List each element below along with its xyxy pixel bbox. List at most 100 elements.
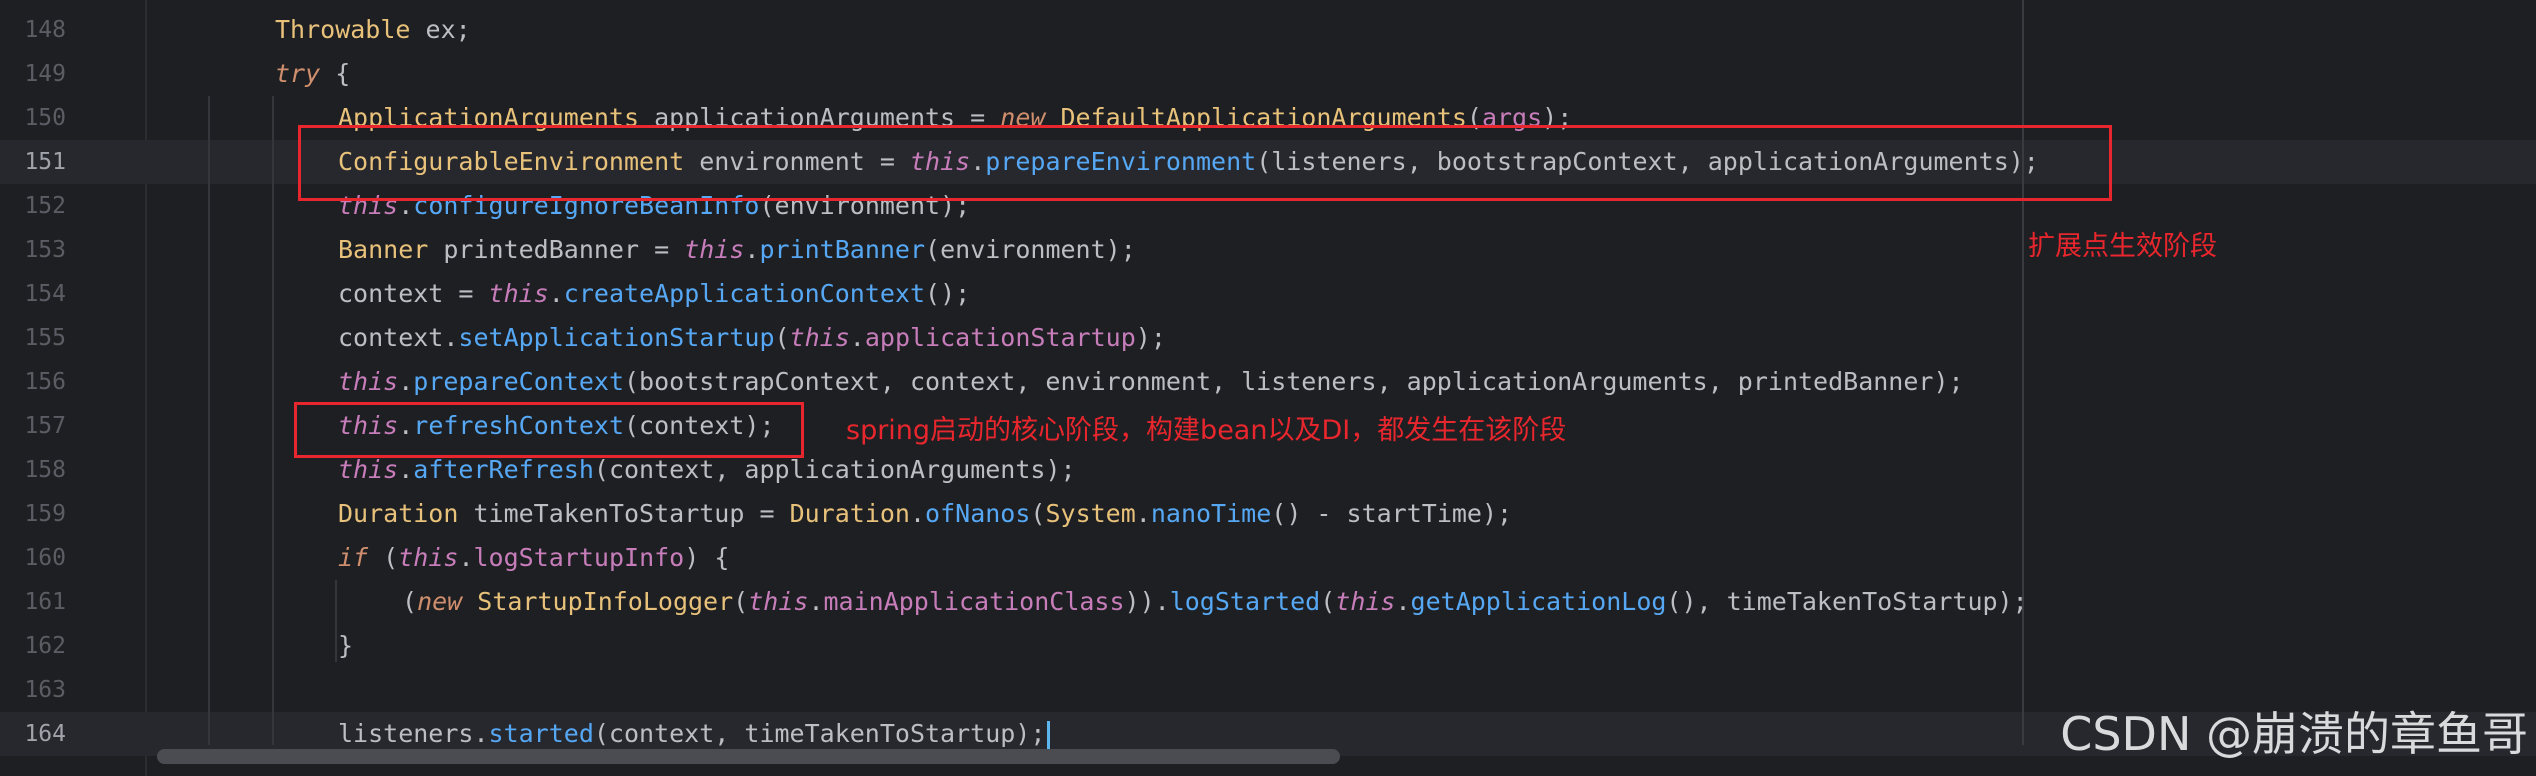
- code-token: this: [488, 279, 549, 308]
- code-line[interactable]: 162}: [0, 624, 2536, 668]
- code-token: this: [338, 455, 399, 484]
- code-token: Duration: [789, 499, 910, 528]
- code-token: getApplicationLog: [1410, 587, 1667, 616]
- code-token: started: [488, 719, 594, 748]
- code-token: ) {: [684, 543, 730, 572]
- indent-guide: [208, 96, 210, 745]
- code-token: printBanner: [759, 235, 926, 264]
- code-token: try: [275, 59, 321, 88]
- code-token: .: [458, 543, 474, 572]
- code-token: .: [808, 587, 824, 616]
- code-token: (: [1320, 587, 1336, 616]
- watermark: CSDN @崩溃的章鱼哥: [2060, 707, 2528, 761]
- code-token: (context, timeTakenToStartup);: [593, 719, 1046, 748]
- code-line[interactable]: 160 if (this.logStartupInfo) {: [0, 536, 2536, 580]
- code-token: ex;: [410, 15, 471, 44]
- code-token: .: [849, 323, 865, 352]
- code-token: Throwable: [275, 15, 411, 44]
- code-token: setApplicationStartup: [458, 323, 775, 352]
- code-token: ();: [925, 279, 971, 308]
- code-token: )).: [1124, 587, 1170, 616]
- code-token: () - startTime);: [1271, 499, 1513, 528]
- line-number[interactable]: 151: [0, 140, 66, 184]
- refresh-phase-note: spring启动的核心阶段，构建bean以及DI，都发生在该阶段: [846, 415, 1567, 446]
- right-margin-guide: [2022, 0, 2024, 745]
- code-token: StartupInfoLogger: [477, 587, 734, 616]
- line-number[interactable]: 162: [0, 624, 66, 668]
- code-token: (), timeTakenToStartup);: [1666, 587, 2028, 616]
- code-token: .: [398, 367, 414, 396]
- code-token: logStartupInfo: [473, 543, 685, 572]
- code-token: .: [548, 279, 564, 308]
- line-number[interactable]: 149: [0, 52, 66, 96]
- code-token: this: [748, 587, 809, 616]
- code-token: (: [733, 587, 749, 616]
- code-token: timeTakenToStartup =: [458, 499, 790, 528]
- extension-point-note: 扩展点生效阶段: [2028, 231, 2217, 262]
- code-token: afterRefresh: [413, 455, 594, 484]
- code-token: nanoTime: [1150, 499, 1272, 528]
- code-line[interactable]: 148 Throwable ex;: [0, 8, 2536, 52]
- code-token: (context, applicationArguments);: [593, 455, 1076, 484]
- code-line[interactable]: 159 Duration timeTakenToStartup = Duratio…: [0, 492, 2536, 536]
- code-token: (bootstrapContext, context, environment,…: [624, 367, 1964, 396]
- line-number[interactable]: 159: [0, 492, 66, 536]
- line-number[interactable]: 148: [0, 8, 66, 52]
- code-token: context =: [338, 279, 489, 308]
- code-token: this: [1335, 587, 1396, 616]
- code-line[interactable]: 161 (new StartupInfoLogger(this.mainAppli…: [0, 580, 2536, 624]
- code-token: printedBanner =: [428, 235, 685, 264]
- line-number[interactable]: 152: [0, 184, 66, 228]
- line-number[interactable]: 154: [0, 272, 66, 316]
- line-number[interactable]: 153: [0, 228, 66, 272]
- code-text[interactable]: this.prepareContext(bootstrapContext, co…: [338, 360, 1964, 404]
- code-token: .: [1135, 499, 1151, 528]
- code-token: createApplicationContext: [563, 279, 926, 308]
- line-number[interactable]: 161: [0, 580, 66, 624]
- code-text[interactable]: try {: [275, 52, 350, 96]
- code-text[interactable]: Throwable ex;: [275, 8, 471, 52]
- line-number[interactable]: 163: [0, 668, 66, 712]
- code-text[interactable]: context.setApplicationStartup(this.appli…: [338, 316, 1166, 360]
- code-text[interactable]: Banner printedBanner = this.printBanner(…: [338, 228, 1136, 272]
- code-editor[interactable]: 148 Throwable ex; 149 try {150 ApplicationAr…: [0, 0, 2536, 776]
- horizontal-scrollbar[interactable]: [157, 749, 1340, 764]
- code-token: {: [320, 59, 351, 88]
- code-token: .: [909, 499, 926, 528]
- line-number[interactable]: 156: [0, 360, 66, 404]
- code-token: new: [417, 587, 463, 616]
- text-caret: [1047, 721, 1051, 749]
- line-number[interactable]: 157: [0, 404, 66, 448]
- code-token: listeners.: [338, 719, 489, 748]
- code-text[interactable]: if (this.logStartupInfo) {: [338, 536, 729, 580]
- code-line[interactable]: 156 this.prepareContext(bootstrapContext,…: [0, 360, 2536, 404]
- code-line[interactable]: 155 context.setApplicationStartup(this.ap…: [0, 316, 2536, 360]
- code-token: prepareContext: [413, 367, 624, 396]
- code-line[interactable]: 154 context = this.createApplicationConte…: [0, 272, 2536, 316]
- code-token: this: [684, 235, 745, 264]
- code-token: context.: [338, 323, 459, 352]
- code-text[interactable]: (new StartupInfoLogger(this.mainApplicat…: [402, 580, 2028, 624]
- line-number[interactable]: 150: [0, 96, 66, 140]
- code-text[interactable]: context = this.createApplicationContext(…: [338, 272, 970, 316]
- line-number[interactable]: 164: [0, 712, 66, 756]
- code-token: Banner: [338, 235, 429, 264]
- code-token: logStarted: [1169, 587, 1321, 616]
- code-token: .: [398, 455, 414, 484]
- code-token: .: [744, 235, 760, 264]
- line-number[interactable]: 160: [0, 536, 66, 580]
- line-number[interactable]: 155: [0, 316, 66, 360]
- code-text[interactable]: }: [338, 624, 353, 668]
- indent-guide: [272, 96, 274, 745]
- code-text[interactable]: Duration timeTakenToStartup = Duration.o…: [338, 492, 1512, 536]
- code-token: applicationStartup: [864, 323, 1136, 352]
- code-token: (environment);: [925, 235, 1136, 264]
- code-token: this: [789, 323, 850, 352]
- code-token: (: [1030, 499, 1046, 528]
- code-line[interactable]: 149 try {: [0, 52, 2536, 96]
- highlight-box-prepare-environment: [298, 125, 2112, 201]
- code-token: if: [338, 543, 369, 572]
- code-token: ofNanos: [925, 499, 1031, 528]
- line-number[interactable]: 158: [0, 448, 66, 492]
